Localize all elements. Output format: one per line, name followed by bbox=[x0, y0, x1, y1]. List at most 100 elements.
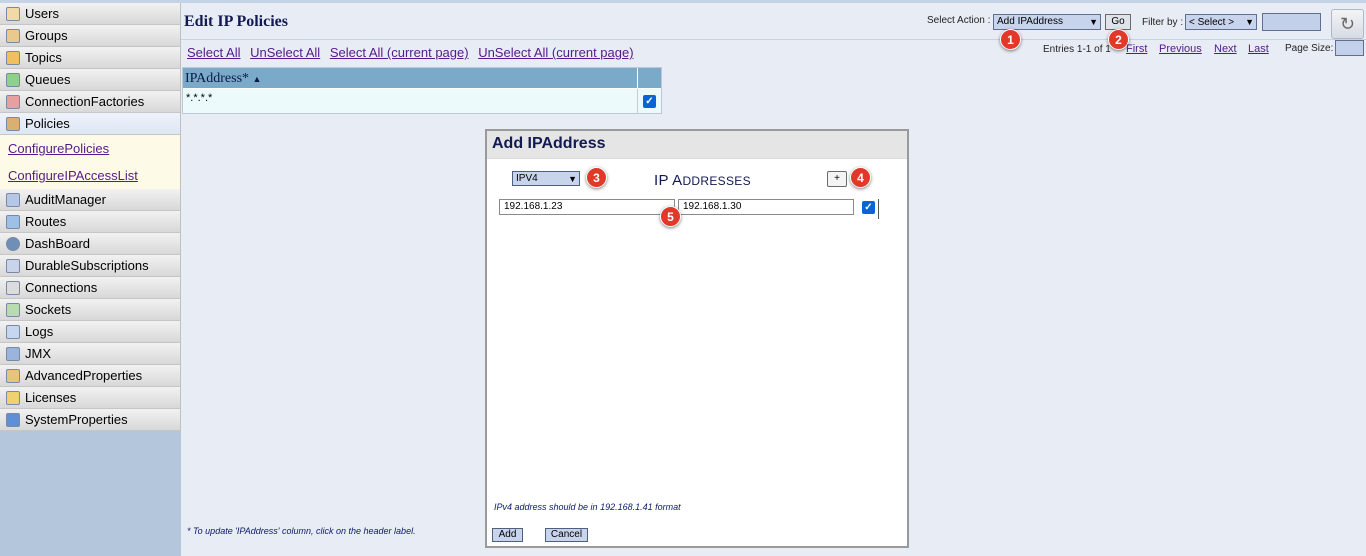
sort-asc-icon: ▲ bbox=[252, 74, 262, 84]
sidebar-item-advanced-properties[interactable]: AdvancedProperties bbox=[0, 365, 181, 387]
sidebar-item-jmx[interactable]: JMX bbox=[0, 343, 181, 365]
annotation-badge-4: 4 bbox=[850, 167, 871, 188]
row-checkbox[interactable]: ✓ bbox=[643, 94, 656, 108]
add-ipaddress-dialog: Add IPAddress IPV4 ▼ IP ADDRESSES + 192.1… bbox=[485, 129, 909, 548]
range-checkbox[interactable]: ✓ bbox=[862, 201, 875, 214]
unselect-all-current-page-link[interactable]: UnSelect All (current page) bbox=[478, 45, 633, 60]
select-column-header bbox=[637, 68, 661, 88]
select-action-value: Add IPAddress bbox=[997, 16, 1063, 27]
sidebar-item-policies[interactable]: Policies bbox=[0, 113, 181, 135]
select-action-dropdown[interactable]: Add IPAddress ▼ bbox=[993, 14, 1101, 30]
sidebar-item-system-properties[interactable]: SystemProperties bbox=[0, 409, 181, 431]
sidebar-item-label: AuditManager bbox=[25, 192, 106, 207]
dashboard-icon bbox=[6, 236, 20, 251]
sidebar-item-label: DashBoard bbox=[25, 236, 91, 251]
filter-value: < Select > bbox=[1189, 16, 1235, 28]
footnote: * To update 'IPAddress' column, click on… bbox=[187, 526, 416, 536]
header-bar: Edit IP Policies Select Action : Add IPA… bbox=[181, 0, 1366, 40]
sidebar-item-connections[interactable]: Connections bbox=[0, 277, 181, 299]
select-all-link[interactable]: Select All bbox=[187, 45, 240, 60]
sidebar-item-label: Groups bbox=[25, 28, 68, 43]
routes-icon bbox=[6, 214, 20, 229]
page-size-input[interactable] bbox=[1335, 40, 1364, 56]
unselect-all-link[interactable]: UnSelect All bbox=[250, 45, 320, 60]
sidebar-item-sockets[interactable]: Sockets bbox=[0, 299, 181, 321]
from-ip-field[interactable]: 192.168.1.23 bbox=[499, 199, 675, 215]
refresh-icon: ↻ bbox=[1339, 14, 1356, 34]
ipaddress-column-header[interactable]: IPAddress* ▲ bbox=[183, 68, 637, 88]
sidebar-item-groups[interactable]: Groups bbox=[0, 25, 181, 47]
sidebar-item-label: Queues bbox=[25, 72, 71, 87]
ipaddress-column-label: IPAddress* bbox=[185, 71, 250, 86]
sidebar-item-queues[interactable]: Queues bbox=[0, 69, 181, 91]
ipv4-format-hint: IPv4 address should be in 192.168.1.41 f… bbox=[494, 502, 681, 512]
system-properties-icon bbox=[6, 412, 20, 427]
sidebar-item-label: Logs bbox=[25, 324, 54, 339]
queues-icon bbox=[6, 72, 20, 87]
sidebar-item-label: AdvancedProperties bbox=[25, 368, 143, 383]
licenses-icon bbox=[6, 390, 20, 405]
selection-links: Select All UnSelect All Select All (curr… bbox=[187, 45, 640, 60]
filter-dropdown[interactable]: < Select > ▼ bbox=[1185, 14, 1257, 30]
sidebar-item-routes[interactable]: Routes bbox=[0, 211, 181, 233]
ip-version-dropdown[interactable]: IPV4 ▼ bbox=[512, 171, 580, 186]
sidebar-item-label: ConnectionFactories bbox=[25, 94, 145, 109]
annotation-badge-5: 5 bbox=[660, 206, 681, 227]
add-button[interactable]: Add bbox=[492, 528, 523, 542]
add-range-button[interactable]: + bbox=[827, 171, 847, 187]
ip-version-value: IPV4 bbox=[516, 173, 538, 184]
sockets-icon bbox=[6, 302, 20, 317]
sidebar-link-configure-ip-access-list[interactable]: ConfigureIPAccessList bbox=[0, 162, 180, 189]
sidebar: Users Groups Topics Queues ConnectionFac… bbox=[0, 0, 181, 556]
refresh-button[interactable]: ↻ bbox=[1331, 9, 1364, 39]
go-button[interactable]: Go bbox=[1105, 14, 1131, 30]
cancel-button[interactable]: Cancel bbox=[545, 528, 588, 542]
pager-first-link[interactable]: First bbox=[1126, 43, 1147, 55]
sidebar-item-label: JMX bbox=[25, 346, 51, 361]
annotation-badge-1: 1 bbox=[1000, 29, 1021, 50]
table-header: IPAddress* ▲ bbox=[183, 68, 661, 89]
divider bbox=[878, 199, 879, 219]
chevron-down-icon: ▼ bbox=[1089, 17, 1098, 27]
pager-previous-link[interactable]: Previous bbox=[1159, 43, 1202, 55]
chevron-down-icon: ▼ bbox=[1245, 17, 1254, 27]
policies-icon bbox=[6, 116, 20, 131]
sidebar-item-label: Topics bbox=[25, 50, 62, 65]
sidebar-link-configure-policies[interactable]: ConfigurePolicies bbox=[0, 135, 180, 162]
pager-last-link[interactable]: Last bbox=[1248, 43, 1269, 55]
dialog-title: Add IPAddress bbox=[487, 131, 907, 159]
entries-count: Entries 1-1 of 1 bbox=[1043, 44, 1111, 55]
sidebar-item-users[interactable]: Users bbox=[0, 3, 181, 25]
sidebar-item-label: Routes bbox=[25, 214, 67, 229]
chevron-down-icon: ▼ bbox=[568, 173, 577, 184]
advanced-properties-icon bbox=[6, 368, 20, 383]
to-ip-field[interactable]: 192.168.1.30 bbox=[678, 199, 854, 215]
select-all-current-page-link[interactable]: Select All (current page) bbox=[330, 45, 469, 60]
ip-policies-table: IPAddress* ▲ *.*.*.* ✓ bbox=[182, 67, 662, 114]
sidebar-item-connection-factories[interactable]: ConnectionFactories bbox=[0, 91, 181, 113]
ip-addresses-heading-rest: DDRESSES bbox=[682, 174, 751, 188]
select-action-label: Select Action : bbox=[927, 15, 991, 26]
sidebar-item-topics[interactable]: Topics bbox=[0, 47, 181, 69]
user-icon bbox=[6, 6, 20, 21]
connection-factories-icon bbox=[6, 94, 20, 109]
sidebar-item-durable-subscriptions[interactable]: DurableSubscriptions bbox=[0, 255, 181, 277]
pager-next-link[interactable]: Next bbox=[1214, 43, 1237, 55]
row-select-cell: ✓ bbox=[637, 89, 661, 113]
sidebar-item-label: Licenses bbox=[25, 390, 77, 405]
sidebar-item-audit-manager[interactable]: AuditManager bbox=[0, 189, 181, 211]
sidebar-item-label: SystemProperties bbox=[25, 412, 128, 427]
filter-input[interactable] bbox=[1262, 13, 1321, 31]
groups-icon bbox=[6, 28, 20, 43]
sidebar-item-logs[interactable]: Logs bbox=[0, 321, 181, 343]
sidebar-item-label: DurableSubscriptions bbox=[25, 258, 149, 273]
ip-cell: *.*.*.* bbox=[186, 92, 213, 104]
audit-manager-icon bbox=[6, 192, 20, 207]
topics-icon bbox=[6, 50, 20, 65]
sidebar-item-licenses[interactable]: Licenses bbox=[0, 387, 181, 409]
sidebar-item-label: Policies bbox=[25, 116, 70, 131]
sidebar-item-dashboard[interactable]: DashBoard bbox=[0, 233, 181, 255]
sidebar-item-label: Connections bbox=[25, 280, 98, 295]
filter-label: Filter by : bbox=[1142, 17, 1184, 28]
annotation-badge-3: 3 bbox=[586, 167, 607, 188]
